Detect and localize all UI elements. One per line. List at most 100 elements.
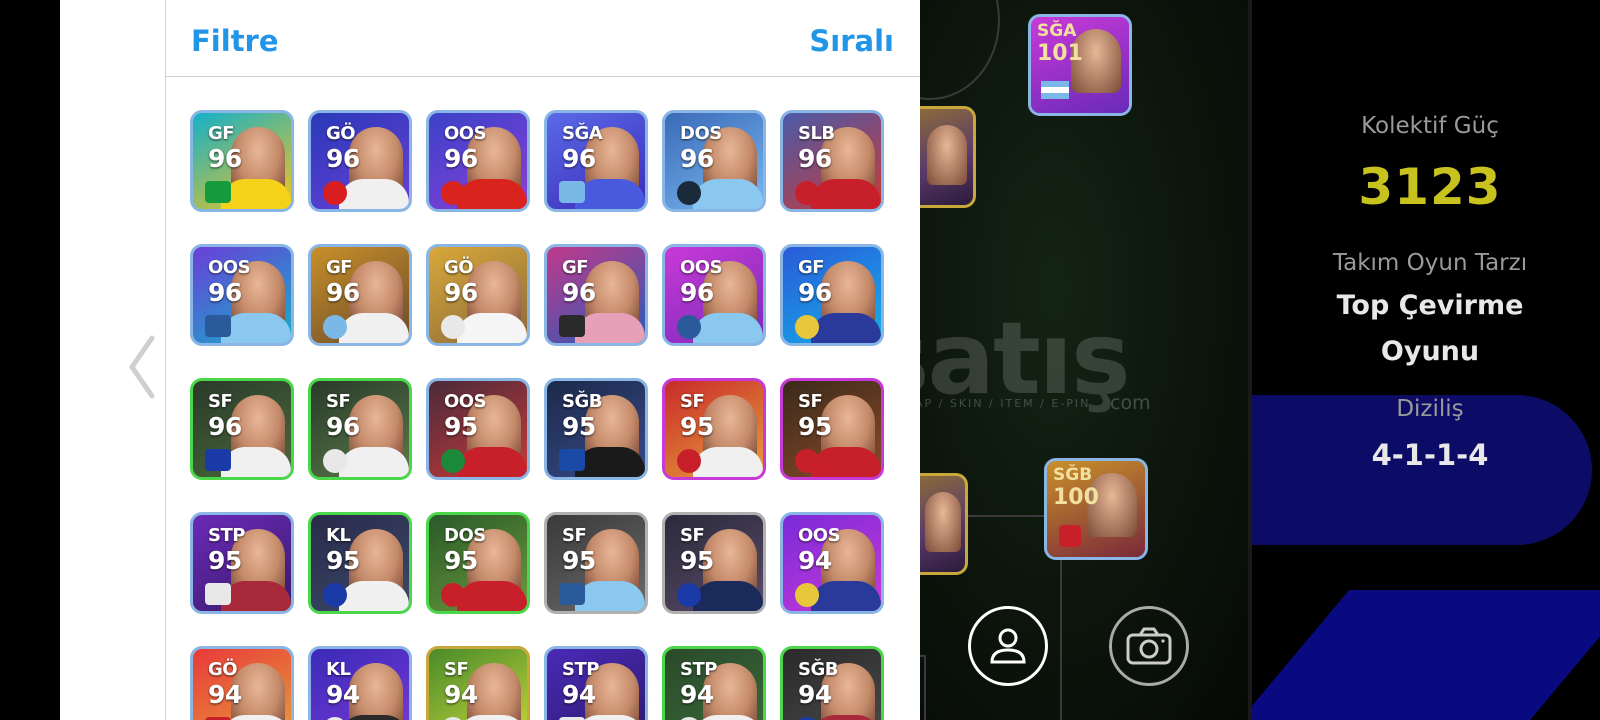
player-card[interactable]: SĞB 95: [544, 378, 648, 480]
field-card-position: SĞA: [1037, 21, 1077, 41]
player-card[interactable]: SĞA 96: [544, 110, 648, 212]
player-card[interactable]: SF 94: [426, 646, 530, 720]
field-player-card[interactable]: [920, 473, 968, 575]
player-rating: 95: [326, 546, 360, 575]
player-jersey: [811, 179, 881, 209]
player-card[interactable]: SF 96: [308, 378, 412, 480]
team-badge-icon: [559, 449, 585, 471]
team-badge-icon: [677, 181, 701, 205]
player-jersey: [575, 581, 645, 611]
player-position: SF: [680, 391, 705, 412]
player-rating: 95: [562, 412, 596, 441]
player-jersey: [221, 313, 291, 343]
player-card[interactable]: STP 95: [190, 512, 294, 614]
player-card[interactable]: GÖ 96: [308, 110, 412, 212]
player-jersey: [339, 447, 409, 477]
player-jersey: [693, 581, 763, 611]
back-button[interactable]: [122, 332, 162, 402]
player-card[interactable]: DOS 96: [662, 110, 766, 212]
field-player-card[interactable]: [920, 106, 976, 208]
chevron-left-icon: [128, 335, 155, 399]
player-position: OOS: [444, 123, 487, 144]
field-player-card[interactable]: SĞA 101: [1028, 14, 1132, 116]
player-position: SĞB: [798, 659, 838, 680]
player-rating: 96: [326, 144, 360, 173]
player-card[interactable]: KL 95: [308, 512, 412, 614]
player-card[interactable]: SF 95: [780, 378, 884, 480]
player-card[interactable]: SĞB 94: [780, 646, 884, 720]
player-rating: 96: [208, 412, 242, 441]
panel-topbar: Filtre Sıralı: [166, 0, 920, 77]
player-rating: 95: [680, 412, 714, 441]
player-rating: 96: [562, 278, 596, 307]
screen-margin: [0, 0, 60, 720]
player-card[interactable]: GF 96: [544, 244, 648, 346]
player-jersey: [339, 581, 409, 611]
player-card[interactable]: SF 96: [190, 378, 294, 480]
player-jersey: [811, 447, 881, 477]
player-position: SF: [798, 391, 823, 412]
player-card[interactable]: OOS 96: [426, 110, 530, 212]
decorative-stripe: [1252, 590, 1600, 720]
player-card[interactable]: DOS 95: [426, 512, 530, 614]
player-rating: 94: [326, 680, 360, 709]
player-card[interactable]: OOS 95: [426, 378, 530, 480]
player-jersey: [575, 447, 645, 477]
team-badge-icon: [795, 583, 819, 607]
player-rating: 95: [208, 546, 242, 575]
player-jersey: [221, 581, 291, 611]
player-card[interactable]: GÖ 94: [190, 646, 294, 720]
player-position: STP: [562, 659, 599, 680]
team-badge-icon: [795, 315, 819, 339]
profile-button[interactable]: [968, 606, 1048, 686]
team-badge-icon: [677, 315, 701, 339]
player-position: OOS: [444, 391, 487, 412]
team-badge-icon: [323, 181, 347, 205]
player-card[interactable]: SF 95: [662, 378, 766, 480]
player-rating: 94: [798, 680, 832, 709]
player-card[interactable]: GF 96: [190, 110, 294, 212]
team-badge-icon: [559, 583, 585, 605]
camera-button[interactable]: [1109, 606, 1189, 686]
player-card[interactable]: STP 94: [662, 646, 766, 720]
player-rating: 95: [798, 412, 832, 441]
player-position: GÖ: [326, 123, 356, 144]
team-badge-icon: [441, 315, 465, 339]
player-rating: 94: [444, 680, 478, 709]
player-card[interactable]: OOS 96: [190, 244, 294, 346]
player-position: SF: [562, 525, 587, 546]
collective-power-value: 3123: [1358, 158, 1502, 216]
collective-power-label: Kolektif Güç: [1361, 113, 1499, 139]
team-badge-icon: [441, 181, 465, 205]
person-icon: [990, 628, 1026, 664]
player-card[interactable]: SF 95: [662, 512, 766, 614]
player-card[interactable]: GÖ 96: [426, 244, 530, 346]
player-rating: 96: [444, 144, 478, 173]
team-badge-icon: [795, 449, 819, 473]
player-card[interactable]: GF 96: [780, 244, 884, 346]
player-card[interactable]: OOS 94: [780, 512, 884, 614]
player-position: SĞA: [562, 123, 603, 144]
player-jersey: [457, 447, 527, 477]
filter-button[interactable]: Filtre: [191, 24, 279, 58]
player-card[interactable]: SF 95: [544, 512, 648, 614]
player-position: STP: [680, 659, 717, 680]
player-card[interactable]: STP 94: [544, 646, 648, 720]
player-position: KL: [326, 525, 351, 546]
team-badge-icon: [205, 315, 231, 337]
player-card[interactable]: SLB 96: [780, 110, 884, 212]
field-player-card[interactable]: SĞB 100: [1044, 458, 1148, 560]
player-card[interactable]: GF 96: [308, 244, 412, 346]
player-rating: 94: [798, 546, 832, 575]
player-rating: 95: [444, 546, 478, 575]
player-rating: 95: [562, 546, 596, 575]
team-badge-icon: [677, 583, 701, 607]
sort-button[interactable]: Sıralı: [809, 24, 894, 58]
player-rating: 95: [444, 412, 478, 441]
team-badge-icon: [441, 583, 465, 607]
player-rating: 96: [680, 144, 714, 173]
player-card[interactable]: OOS 96: [662, 244, 766, 346]
player-card[interactable]: KL 94: [308, 646, 412, 720]
player-rating: 94: [680, 680, 714, 709]
player-position: DOS: [444, 525, 486, 546]
